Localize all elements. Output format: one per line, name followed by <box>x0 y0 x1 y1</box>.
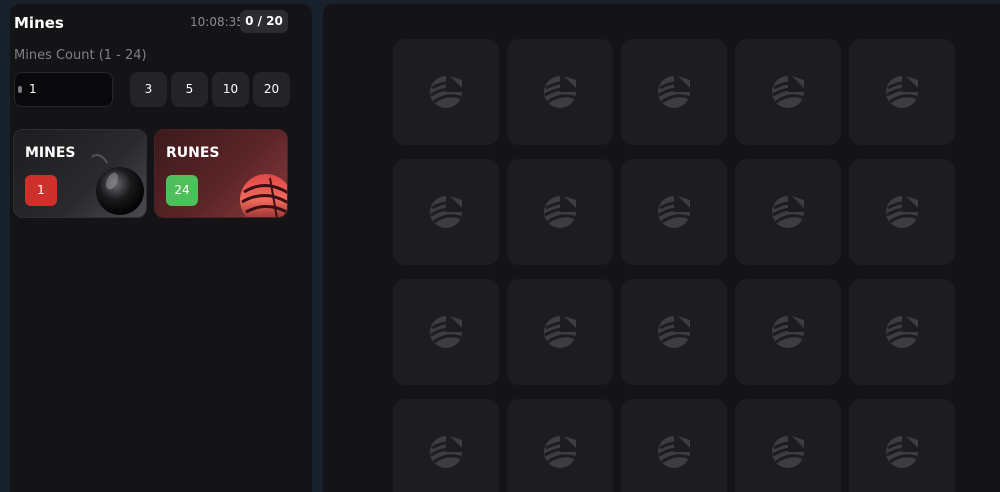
board-tile[interactable] <box>507 279 613 385</box>
rune-logo-icon <box>430 196 463 228</box>
rune-logo-icon <box>544 76 577 108</box>
rune-logo-icon <box>772 316 805 348</box>
rune-logo-icon <box>658 436 691 468</box>
rune-logo-icon <box>658 196 691 228</box>
game-title: Mines <box>14 14 64 32</box>
rune-logo-icon <box>886 316 919 348</box>
board-tile[interactable] <box>735 39 841 145</box>
mode-card-mines[interactable]: MINES 1 <box>13 129 147 218</box>
rune-orb-icon <box>240 174 287 217</box>
bomb-icon <box>91 154 144 215</box>
rune-logo-icon <box>544 196 577 228</box>
rune-logo-icon <box>430 316 463 348</box>
board-tile[interactable] <box>393 399 499 492</box>
board-tile[interactable] <box>393 39 499 145</box>
board-tile[interactable] <box>735 279 841 385</box>
mines-count-input[interactable]: 1 <box>14 72 113 107</box>
board-tile[interactable] <box>849 39 955 145</box>
board-tile[interactable] <box>393 279 499 385</box>
board-tile[interactable] <box>735 159 841 265</box>
rune-logo-icon <box>886 436 919 468</box>
board-tile[interactable] <box>735 399 841 492</box>
board-tile[interactable] <box>507 39 613 145</box>
rune-logo-icon <box>430 76 463 108</box>
preset-button-3[interactable]: 3 <box>130 72 167 107</box>
board-tile[interactable] <box>621 399 727 492</box>
rune-logo-icon <box>544 436 577 468</box>
board-tile[interactable] <box>507 159 613 265</box>
preset-button-5[interactable]: 5 <box>171 72 208 107</box>
rune-logo-icon <box>430 436 463 468</box>
rune-logo-icon <box>886 196 919 228</box>
rune-logo-icon <box>658 316 691 348</box>
board-tile[interactable] <box>849 159 955 265</box>
clock: 10:08:35 <box>190 15 244 29</box>
input-icon <box>18 86 22 93</box>
runes-count-badge: 24 <box>166 175 198 206</box>
board-tile[interactable] <box>621 159 727 265</box>
mode-label: RUNES <box>166 145 220 161</box>
mode-label: MINES <box>25 145 76 161</box>
rune-logo-icon <box>772 76 805 108</box>
mines-count-value: 1 <box>29 82 37 96</box>
preset-button-20[interactable]: 20 <box>253 72 290 107</box>
board-tile[interactable] <box>393 159 499 265</box>
rune-logo-icon <box>658 76 691 108</box>
board-tile[interactable] <box>849 399 955 492</box>
board-tile[interactable] <box>621 279 727 385</box>
progress-counter: 0 / 20 <box>240 10 288 33</box>
rune-logo-icon <box>544 316 577 348</box>
mode-card-runes[interactable]: RUNES 24 <box>154 129 288 218</box>
mines-count-label: Mines Count (1 - 24) <box>14 48 147 63</box>
board-tile[interactable] <box>849 279 955 385</box>
rune-logo-icon <box>772 196 805 228</box>
rune-logo-icon <box>886 76 919 108</box>
board-tile[interactable] <box>621 39 727 145</box>
mines-count-badge: 1 <box>25 175 57 206</box>
rune-logo-icon <box>772 436 805 468</box>
preset-button-10[interactable]: 10 <box>212 72 249 107</box>
board-tile[interactable] <box>507 399 613 492</box>
